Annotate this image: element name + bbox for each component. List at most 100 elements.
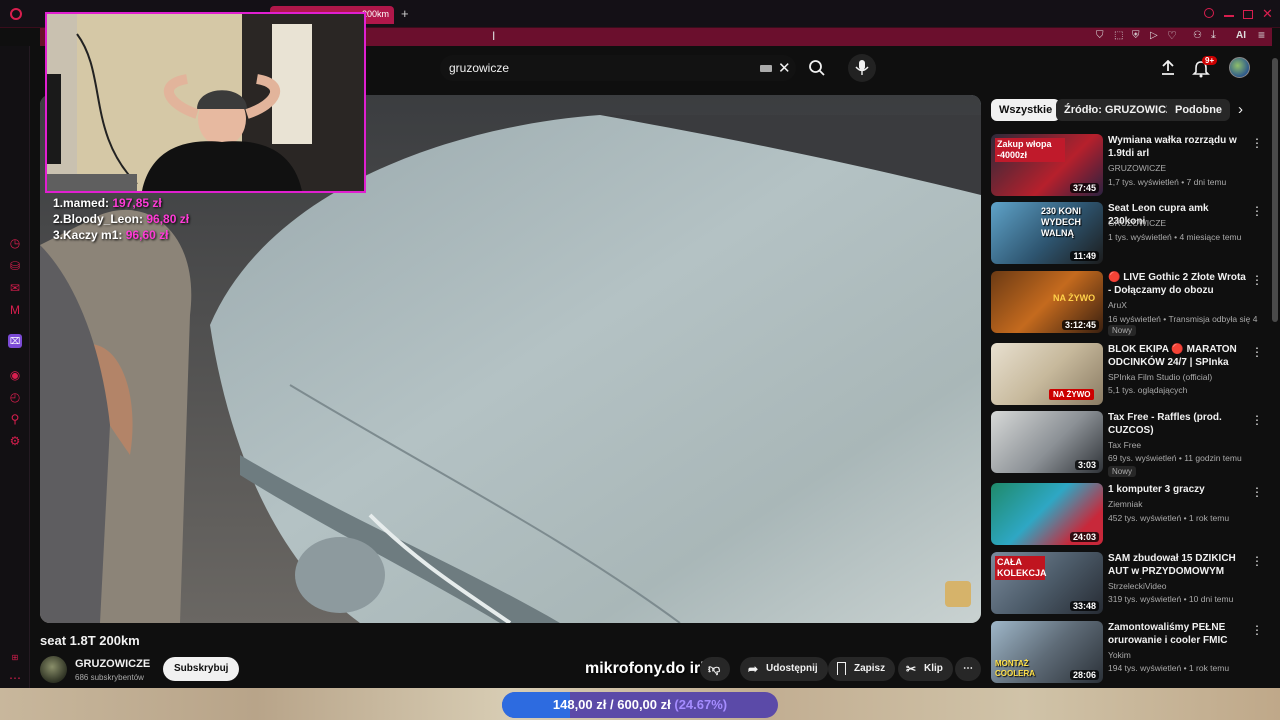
search-box[interactable]: gruzowicze ✕ bbox=[440, 55, 796, 81]
list-item[interactable]: 3:03 Tax Free - Raffles (prod. CUZCOS) T… bbox=[991, 411, 1271, 477]
channel-name[interactable]: Yokim bbox=[1108, 650, 1131, 660]
subscribe-button[interactable]: Subskrybuj bbox=[163, 657, 240, 681]
video-title[interactable]: Zamontowaliśmy PEŁNE orurowanie i cooler… bbox=[1108, 621, 1248, 647]
keyboard-icon[interactable] bbox=[760, 65, 772, 72]
ranking-entry-1: 1.mamed: 197,85 zł bbox=[53, 196, 162, 210]
ranking-amount: 96,80 zł bbox=[146, 212, 190, 226]
channel-name[interactable]: GRUZOWICZE bbox=[75, 658, 150, 670]
video-meta: 452 tys. wyświetleń • 1 rok temu bbox=[1108, 513, 1230, 523]
heart-icon[interactable]: ♡ bbox=[1167, 29, 1177, 42]
list-item[interactable]: NA ŻYWO BLOK EKIPA 🔴 MARATON ODCINKÓW 24… bbox=[991, 343, 1271, 405]
video-title[interactable]: 🔴 LIVE Gothic 2 Złote Wrota - Dołączamy … bbox=[1108, 271, 1248, 297]
video-thumbnail[interactable]: Zakup włopa -4000zł 37:45 bbox=[991, 134, 1103, 196]
more-options-icon[interactable]: ⋮ bbox=[1251, 413, 1263, 427]
subscriber-count: 686 subskrybentów bbox=[75, 673, 144, 682]
list-item[interactable]: 24:03 1 komputer 3 graczy Ziemniak 452 t… bbox=[991, 483, 1271, 545]
voice-search-button[interactable] bbox=[848, 54, 876, 82]
menu-icon[interactable]: ≡ bbox=[1258, 28, 1265, 42]
thumbnail-text: 230 KONI WYDECH WALNĄ bbox=[1041, 206, 1082, 238]
channel-name[interactable]: AruX bbox=[1108, 300, 1127, 310]
chevron-right-icon[interactable]: › bbox=[1238, 101, 1243, 118]
upload-icon[interactable] bbox=[1160, 60, 1176, 76]
settings-icon[interactable]: ⚙ bbox=[8, 434, 22, 448]
twitch-icon[interactable]: ⌧ bbox=[8, 334, 22, 348]
account-icon[interactable]: ⚇ bbox=[1193, 30, 1202, 41]
video-thumbnail[interactable]: MONTAŻ COOLERA 28:06 bbox=[991, 621, 1103, 683]
more-options-icon[interactable]: ⋮ bbox=[1251, 136, 1263, 150]
notifications-button[interactable]: 9+ bbox=[1192, 56, 1218, 78]
search-button[interactable] bbox=[800, 55, 834, 81]
dislike-button[interactable]: 👎︎ bbox=[700, 657, 730, 681]
chip-similar[interactable]: Podobne bbox=[1167, 99, 1231, 121]
chip-all[interactable]: Wszystkie bbox=[991, 99, 1061, 121]
channel-name[interactable]: Tax Free bbox=[1108, 440, 1141, 450]
avatar[interactable] bbox=[1229, 57, 1250, 78]
video-meta: 69 tys. wyświetleń • 11 godzin temu bbox=[1108, 453, 1242, 463]
bookmark-icon[interactable]: ⛉ bbox=[1096, 30, 1104, 41]
more-options-icon[interactable]: ⋮ bbox=[1251, 623, 1263, 637]
gmail-icon[interactable]: M bbox=[8, 303, 22, 317]
page-scrollbar[interactable] bbox=[1272, 58, 1278, 322]
save-button[interactable]: Zapisz bbox=[828, 657, 896, 681]
minimize-icon[interactable] bbox=[1224, 15, 1234, 17]
pin-icon[interactable]: ⚲ bbox=[8, 412, 22, 426]
messenger-icon[interactable]: ✉ bbox=[8, 281, 22, 295]
video-thumbnail[interactable]: 3:03 bbox=[991, 411, 1103, 473]
new-badge: Nowy bbox=[1108, 466, 1137, 477]
ai-button[interactable]: AI bbox=[1236, 30, 1246, 41]
snapshot-icon[interactable]: ⬚ bbox=[1114, 30, 1123, 41]
more-actions-button[interactable]: ⋯ bbox=[955, 657, 981, 681]
video-meta: 194 tys. wyświetleń • 1 rok temu bbox=[1108, 663, 1230, 673]
ranking-entry-3: 3.Kaczy m1: 96,60 zł bbox=[53, 228, 168, 242]
video-thumbnail[interactable]: 230 KONI WYDECH WALNĄ 11:49 bbox=[991, 202, 1103, 264]
share-button[interactable]: ➦ Udostępnij bbox=[740, 657, 828, 681]
history-icon[interactable]: ◷ bbox=[8, 236, 22, 250]
video-title[interactable]: Wymiana wałka rozrządu w 1.9tdi arl bbox=[1108, 134, 1248, 160]
more-options-icon[interactable]: ⋮ bbox=[1251, 345, 1263, 359]
list-item[interactable]: CAŁA KOLEKCJA 33:48 SAM zbudował 15 DZIK… bbox=[991, 552, 1271, 614]
more-options-icon[interactable]: ⋮ bbox=[1251, 554, 1263, 568]
video-thumbnail[interactable]: 24:03 bbox=[991, 483, 1103, 545]
download-icon[interactable]: ⤓ bbox=[1211, 29, 1216, 42]
channel-name[interactable]: GRUZOWICZE bbox=[1108, 218, 1166, 228]
thumbnail-text: NA ŻYWO bbox=[1053, 293, 1096, 303]
more-options-icon[interactable]: ⋮ bbox=[1251, 485, 1263, 499]
duration-badge: 28:06 bbox=[1069, 670, 1099, 680]
channel-name[interactable]: SPInka Film Studio (official) bbox=[1108, 372, 1212, 382]
video-thumbnail[interactable]: NA ŻYWO bbox=[991, 343, 1103, 405]
list-item[interactable]: MONTAŻ COOLERA 28:06 Zamontowaliśmy PEŁN… bbox=[991, 621, 1271, 683]
video-title[interactable]: 1 komputer 3 graczy bbox=[1108, 483, 1248, 496]
opera-logo-icon[interactable] bbox=[10, 8, 22, 20]
close-window-icon[interactable]: ✕ bbox=[1262, 6, 1273, 22]
extensions-icon[interactable]: ⊞ bbox=[8, 651, 22, 665]
more-options-icon[interactable]: ⋮ bbox=[1251, 204, 1263, 218]
play-icon[interactable]: ▷ bbox=[1150, 30, 1158, 41]
list-item[interactable]: 230 KONI WYDECH WALNĄ 11:49 Seat Leon cu… bbox=[991, 202, 1271, 264]
clip-button[interactable]: ✂ Klip bbox=[898, 657, 953, 681]
player-icon[interactable]: ◉ bbox=[8, 368, 22, 382]
video-thumbnail[interactable]: CAŁA KOLEKCJA 33:48 bbox=[991, 552, 1103, 614]
channel-name[interactable]: Ziemniak bbox=[1108, 499, 1142, 509]
list-item[interactable]: NA ŻYWO 3:12:45 🔴 LIVE Gothic 2 Złote Wr… bbox=[991, 271, 1271, 336]
search-tabs-icon[interactable] bbox=[1204, 8, 1214, 18]
more-options-icon[interactable]: ⋮ bbox=[1251, 273, 1263, 287]
shield-icon[interactable]: ⛨ bbox=[1132, 30, 1140, 41]
channel-avatar[interactable] bbox=[40, 656, 67, 683]
clock-icon[interactable]: ◴ bbox=[8, 390, 22, 404]
channel-name[interactable]: StrzeleckiVideo bbox=[1108, 581, 1166, 591]
new-tab-button[interactable]: + bbox=[401, 6, 409, 21]
restore-icon[interactable] bbox=[1243, 10, 1253, 19]
bag-icon[interactable]: ⛁ bbox=[8, 259, 22, 273]
ranking-name: 1.mamed: bbox=[53, 196, 110, 210]
more-icon[interactable]: ⋯ bbox=[8, 671, 22, 685]
clear-search-icon[interactable]: ✕ bbox=[778, 59, 791, 77]
video-title[interactable]: Tax Free - Raffles (prod. CUZCOS) bbox=[1108, 411, 1248, 437]
share-label: Udostępnij bbox=[766, 663, 818, 674]
donation-current: 148,00 zł bbox=[552, 697, 607, 712]
search-input[interactable]: gruzowicze bbox=[449, 61, 509, 75]
list-item[interactable]: Zakup włopa -4000zł 37:45 Wymiana wałka … bbox=[991, 134, 1271, 196]
video-title[interactable]: BLOK EKIPA 🔴 MARATON ODCINKÓW 24/7 | SPI… bbox=[1108, 343, 1248, 370]
video-thumbnail[interactable]: NA ŻYWO 3:12:45 bbox=[991, 271, 1103, 333]
video-title[interactable]: SAM zbudował 15 DZIKICH AUT w PRZYDOMOWY… bbox=[1108, 552, 1248, 579]
channel-name[interactable]: GRUZOWICZE bbox=[1108, 163, 1166, 173]
